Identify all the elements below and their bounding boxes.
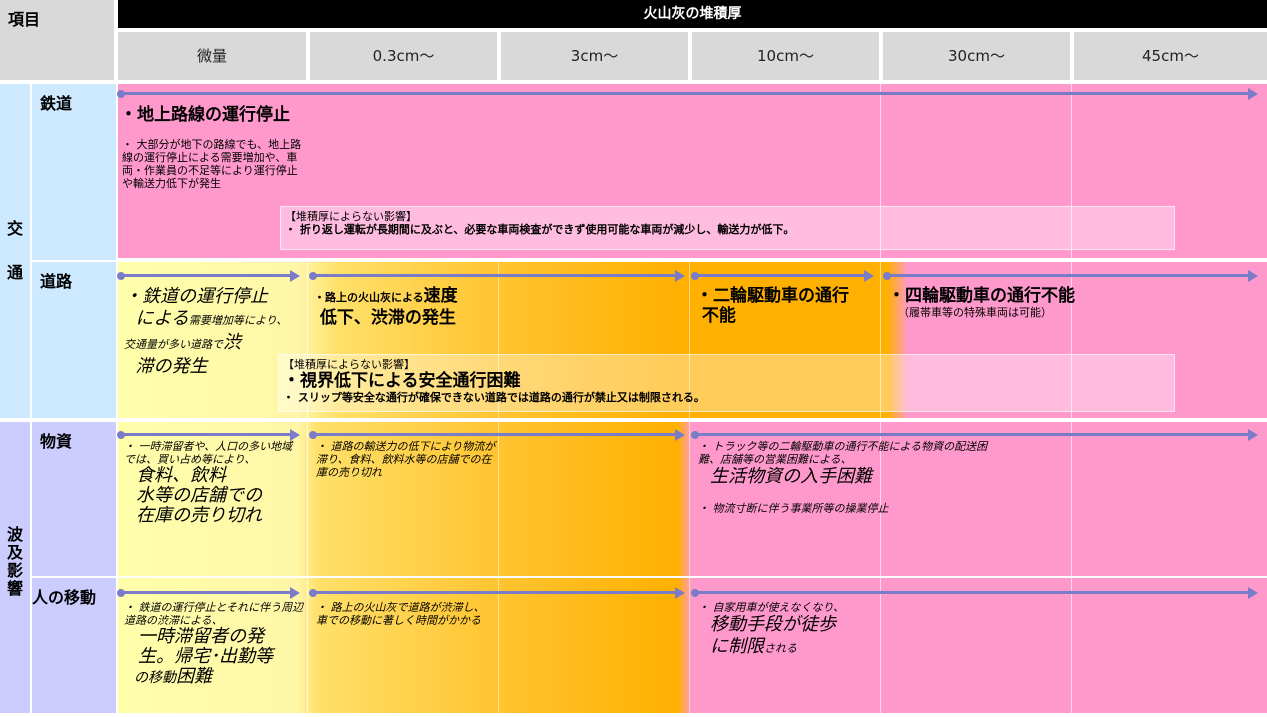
people-10cm-big2: に制限 bbox=[710, 636, 764, 657]
road-30cm-title: ・四輪駆動車の通行不能 bbox=[888, 286, 1075, 306]
road-note-body: ・ スリップ等安全な通行が確保できない道路では道路の通行が禁止又は制限される。 bbox=[283, 391, 705, 404]
people-0.3cm-text: ・ 路上の火山灰で道路が渋滞し、車での移動に著しく時間がかかる bbox=[316, 601, 485, 627]
people-arrow-0.3cm bbox=[309, 586, 685, 599]
column-header-0.3cm: 0.3cm〜 bbox=[310, 32, 497, 80]
road-arrow-30cm bbox=[883, 269, 1258, 282]
people-trace-big: 一時滞留者の発 生。帰宅･出勤等 bbox=[124, 627, 304, 667]
category-traffic: 交 通 bbox=[0, 84, 30, 418]
road-arrow-trace bbox=[117, 269, 300, 282]
goods-10cm-text: ・ トラック等の二輪駆動車の通行不能による物資の配送困難、店舗等の営業困難による… bbox=[698, 440, 998, 515]
column-header-trace: 微量 bbox=[118, 32, 306, 80]
column-header-45cm: 45cm〜 bbox=[1074, 32, 1267, 80]
road-30cm-sub: （履帯車等の特殊車両は可能） bbox=[898, 306, 1052, 319]
rail-arrow bbox=[117, 87, 1258, 100]
people-trace-c: の移動 bbox=[134, 670, 176, 686]
people-10cm-small: ・ 自家用車が使えなくなり、 bbox=[698, 601, 845, 614]
people-trace-text: ・ 鉄道の運行停止とそれに伴う周辺道路の渋滞による、 一時滞留者の発 生。帰宅･… bbox=[124, 601, 304, 688]
goods-0.3cm-text: ・ 道路の輸送力の低下により物流が滞り、食料、飲料水等の店舗での在庫の売り切れ bbox=[316, 440, 496, 479]
goods-10cm-extra: ・ 物流寸断に伴う事業所等の操業停止 bbox=[698, 502, 889, 515]
people-arrow-trace bbox=[117, 586, 300, 599]
road-trace-line4: 滞の発生 bbox=[135, 356, 208, 377]
road-0.3cm-text: ・路上の火山灰による速度 低下、渋滞の発生 bbox=[314, 286, 500, 328]
road-note-title: 【堆積厚によらない影響】 bbox=[283, 358, 415, 371]
road-0.3cm-big1: 速度 bbox=[423, 286, 458, 306]
people-10cm-big: 移動手段が徒歩 に制限される bbox=[698, 614, 898, 660]
goods-trace-small: ・ 一時滞留者や、人口の多い地域では、買い占め等により、 bbox=[124, 440, 293, 466]
road-trace-line1: ・鉄道の運行停止 bbox=[124, 286, 268, 307]
rail-note-title: 【堆積厚によらない影響】 bbox=[285, 210, 417, 223]
column-divider bbox=[498, 262, 499, 713]
road-note-head: ・視界低下による安全通行困難 bbox=[283, 371, 521, 391]
road-10cm-line1: ・二輪駆動車の通行 bbox=[696, 286, 849, 306]
road-independent-note: 【堆積厚によらない影響】 ・視界低下による安全通行困難 ・ スリップ等安全な通行… bbox=[278, 354, 1175, 412]
row-label-road: 道路 bbox=[32, 262, 116, 418]
goods-trace-big2: 水等の店舗での bbox=[136, 485, 262, 506]
road-trace-line3: 渋 bbox=[223, 332, 241, 353]
rail-heading: ・地上路線の運行停止 bbox=[120, 105, 290, 125]
goods-trace-big3: 在庫の売り切れ bbox=[136, 505, 262, 526]
column-header-10cm: 10cm〜 bbox=[692, 32, 879, 80]
people-trace-big2: 生。帰宅･出勤等 bbox=[138, 646, 273, 667]
goods-arrow-trace bbox=[117, 428, 300, 441]
ash-thickness-title: 火山灰の堆積厚 bbox=[118, 0, 1267, 28]
category-ripple-effects: 波 及 影 響 bbox=[0, 422, 30, 713]
goods-10cm-big: 生活物資の入手困難 bbox=[710, 466, 872, 487]
goods-10cm-small: ・ トラック等の二輪駆動車の通行不能による物資の配送困難、店舗等の営業困難による… bbox=[698, 440, 988, 466]
people-trace-d: 困難 bbox=[176, 666, 212, 687]
road-trace-line2: による bbox=[135, 308, 189, 329]
road-10cm-line2: 不能 bbox=[701, 306, 736, 326]
goods-arrow-10cm bbox=[691, 428, 1258, 441]
road-30cm-text: ・四輪駆動車の通行不能 （履帯車等の特殊車両は可能） bbox=[888, 286, 1188, 319]
people-trace-small: ・ 鉄道の運行停止とそれに伴う周辺道路の渋滞による、 bbox=[124, 601, 304, 627]
road-trace-small1: 需要増加等により、 bbox=[188, 314, 288, 327]
road-0.3cm-big2: 低下、渋滞の発生 bbox=[319, 308, 456, 328]
column-divider bbox=[689, 262, 690, 713]
people-trace-line3: の移動困難 bbox=[124, 667, 304, 688]
people-trace-big1: 一時滞留者の発 bbox=[138, 626, 264, 647]
row-label-rail: 鉄道 bbox=[32, 84, 116, 260]
goods-trace-text: ・ 一時滞留者や、人口の多い地域では、買い占め等により、 食料、飲料 水等の店舗… bbox=[124, 440, 294, 526]
rail-note-body: ・ 折り返し運転が長期間に及ぶと、必要な車両検査ができず使用可能な車両が減少し、… bbox=[285, 223, 795, 236]
road-0.3cm-small: ・路上の火山灰による bbox=[314, 291, 424, 304]
rail-detail: ・ 大部分が地下の路線でも、地上路線の運行停止による需要増加や、車両・作業員の不… bbox=[122, 138, 302, 190]
goods-arrow-0.3cm bbox=[309, 428, 685, 441]
goods-trace-big1: 食料、飲料 bbox=[136, 465, 226, 486]
people-10cm-big1: 移動手段が徒歩 bbox=[710, 614, 836, 635]
road-trace-small2: 交通量が多い道路で bbox=[124, 338, 223, 351]
road-arrow-10cm bbox=[691, 269, 874, 282]
item-header: 項目 bbox=[0, 0, 114, 80]
column-header-3cm: 3cm〜 bbox=[501, 32, 688, 80]
rail-independent-note: 【堆積厚によらない影響】 ・ 折り返し運転が長期間に及ぶと、必要な車両検査ができ… bbox=[280, 206, 1175, 250]
column-header-30cm: 30cm〜 bbox=[883, 32, 1070, 80]
road-10cm-text: ・二輪駆動車の通行 不能 bbox=[696, 286, 876, 326]
row-label-people-movement: 人の移動 bbox=[32, 578, 116, 713]
people-10cm-text: ・ 自家用車が使えなくなり、 移動手段が徒歩 に制限される bbox=[698, 601, 898, 660]
people-10cm-suffix: される bbox=[764, 642, 797, 655]
row-label-goods: 物資 bbox=[32, 422, 116, 576]
goods-trace-big: 食料、飲料 水等の店舗での 在庫の売り切れ bbox=[124, 466, 294, 526]
road-arrow-0.3cm bbox=[309, 269, 685, 282]
people-arrow-10cm bbox=[691, 586, 1258, 599]
